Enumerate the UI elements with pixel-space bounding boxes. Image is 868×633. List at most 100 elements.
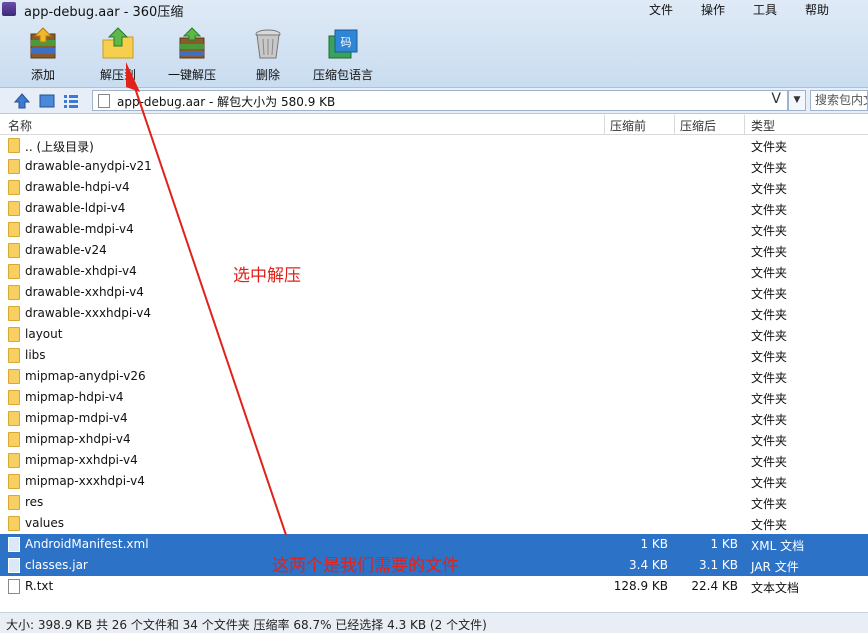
- folder-row[interactable]: values 文件夹: [0, 513, 868, 534]
- row-name: AndroidManifest.xml: [25, 537, 149, 551]
- folder-row[interactable]: mipmap-anydpi-v26 文件夹: [0, 366, 868, 387]
- row-name: R.txt: [25, 579, 54, 593]
- row-name: mipmap-hdpi-v4: [25, 390, 124, 404]
- extract-to-button[interactable]: 解压到: [78, 24, 158, 84]
- row-size-before: 128.9 KB: [613, 579, 668, 593]
- folder-row[interactable]: .. (上级目录) 文件夹: [0, 135, 868, 156]
- folder-icon: [8, 348, 20, 363]
- delete-button[interactable]: 删除: [228, 24, 308, 84]
- row-name: drawable-xhdpi-v4: [25, 264, 137, 278]
- folder-row[interactable]: mipmap-xxhdpi-v4 文件夹: [0, 450, 868, 471]
- folder-row[interactable]: mipmap-hdpi-v4 文件夹: [0, 387, 868, 408]
- v-glyph-icon: V: [771, 91, 781, 107]
- row-type: 文件夹: [751, 182, 788, 196]
- folder-row[interactable]: drawable-ldpi-v4 文件夹: [0, 198, 868, 219]
- column-original[interactable]: 压缩后: [680, 117, 716, 134]
- menu-file[interactable]: 文件: [649, 1, 673, 18]
- column-compressed[interactable]: 压缩前: [610, 117, 646, 134]
- files-hint-annotation: 这两个是我们需要的文件: [272, 556, 459, 576]
- quick-extract-label: 一键解压: [167, 68, 216, 82]
- row-name: res: [25, 495, 44, 509]
- add-button[interactable]: 添加: [3, 24, 83, 84]
- quick-extract-icon: [179, 27, 205, 59]
- column-divider[interactable]: [674, 115, 675, 135]
- folder-row[interactable]: libs 文件夹: [0, 345, 868, 366]
- folder-row[interactable]: drawable-hdpi-v4 文件夹: [0, 177, 868, 198]
- column-divider[interactable]: [744, 115, 745, 135]
- folder-icon: [8, 159, 20, 174]
- row-type: JAR 文件: [751, 560, 799, 574]
- list-header: 名称 压缩前 压缩后 类型: [0, 115, 868, 135]
- row-name: drawable-v24: [25, 243, 107, 257]
- row-type: 文件夹: [751, 518, 788, 532]
- svg-text:码: 码: [341, 36, 352, 49]
- row-name: drawable-hdpi-v4: [25, 180, 130, 194]
- row-name: drawable-anydpi-v21: [25, 159, 152, 173]
- folder-row[interactable]: mipmap-mdpi-v4 文件夹: [0, 408, 868, 429]
- path-dropdown-button[interactable]: ▼: [788, 90, 806, 111]
- row-type: 文件夹: [751, 392, 788, 406]
- folder-row[interactable]: layout 文件夹: [0, 324, 868, 345]
- document-icon: [98, 94, 110, 108]
- list-view-icon[interactable]: [61, 91, 81, 111]
- archive-language-button[interactable]: 码 压缩包语言: [303, 24, 383, 84]
- folder-row[interactable]: mipmap-xhdpi-v4 文件夹: [0, 429, 868, 450]
- file-icon: [8, 537, 20, 552]
- path-text: app-debug.aar - 解包大小为 580.9 KB: [117, 95, 336, 109]
- row-type: 文件夹: [751, 476, 788, 490]
- row-type: 文件夹: [751, 245, 788, 259]
- folder-row[interactable]: drawable-anydpi-v21 文件夹: [0, 156, 868, 177]
- column-divider[interactable]: [604, 115, 605, 135]
- row-type: 文件夹: [751, 308, 788, 322]
- column-type[interactable]: 类型: [751, 117, 775, 134]
- row-type: 文件夹: [751, 161, 788, 175]
- up-arrow-icon[interactable]: [12, 91, 32, 111]
- quick-extract-button[interactable]: 一键解压: [152, 24, 232, 84]
- menu-operate[interactable]: 操作: [701, 1, 725, 18]
- file-icon: [8, 579, 20, 594]
- folder-icon: [8, 432, 20, 447]
- row-name: mipmap-xhdpi-v4: [25, 432, 131, 446]
- column-name[interactable]: 名称: [8, 117, 32, 134]
- row-type: 文件夹: [751, 434, 788, 448]
- folder-icon: [8, 495, 20, 510]
- row-type: 文件夹: [751, 203, 788, 217]
- window-header: app-debug.aar - 360压缩 文件 操作 工具 帮助 添加 解压到…: [0, 0, 868, 88]
- row-type: 文件夹: [751, 329, 788, 343]
- row-size-after: 3.1 KB: [699, 558, 738, 572]
- folder-row[interactable]: drawable-mdpi-v4 文件夹: [0, 219, 868, 240]
- status-bar: 大小: 398.9 KB 共 26 个文件和 34 个文件夹 压缩率 68.7%…: [0, 612, 868, 633]
- folder-row[interactable]: drawable-xxhdpi-v4 文件夹: [0, 282, 868, 303]
- folder-icon: [8, 285, 20, 300]
- folder-row[interactable]: drawable-v24 文件夹: [0, 240, 868, 261]
- thumbnail-view-icon[interactable]: [37, 91, 57, 111]
- row-type: 文件夹: [751, 350, 788, 364]
- folder-row[interactable]: res 文件夹: [0, 492, 868, 513]
- folder-row[interactable]: mipmap-xxxhdpi-v4 文件夹: [0, 471, 868, 492]
- folder-icon: [8, 411, 20, 426]
- row-name: mipmap-anydpi-v26: [25, 369, 146, 383]
- search-input[interactable]: 搜索包内文: [810, 90, 868, 111]
- folder-icon: [8, 264, 20, 279]
- menu-help[interactable]: 帮助: [805, 1, 829, 18]
- row-name: values: [25, 516, 65, 530]
- file-list: .. (上级目录) 文件夹 drawable-anydpi-v21 文件夹 drawab…: [0, 135, 868, 610]
- row-name: mipmap-mdpi-v4: [25, 411, 128, 425]
- folder-icon: [8, 180, 20, 195]
- archive-language-label: 压缩包语言: [312, 68, 373, 82]
- extract-to-icon: [102, 27, 134, 59]
- add-archive-icon: [30, 27, 56, 59]
- encoding-icon: 码: [328, 29, 358, 59]
- address-bar: app-debug.aar - 解包大小为 580.9 KB V ▼ 搜索包内文: [0, 88, 868, 114]
- folder-icon: [8, 474, 20, 489]
- menu-tools[interactable]: 工具: [753, 1, 777, 18]
- path-field[interactable]: app-debug.aar - 解包大小为 580.9 KB V: [92, 90, 788, 111]
- folder-row[interactable]: drawable-xhdpi-v4 文件夹: [0, 261, 868, 282]
- folder-icon: [8, 369, 20, 384]
- title-bar: app-debug.aar - 360压缩 文件 操作 工具 帮助: [0, 0, 868, 20]
- folder-row[interactable]: drawable-xxxhdpi-v4 文件夹: [0, 303, 868, 324]
- file-row[interactable]: R.txt 128.9 KB 22.4 KB 文本文档: [0, 576, 868, 597]
- row-name: drawable-mdpi-v4: [25, 222, 134, 236]
- status-text: 大小: 398.9 KB 共 26 个文件和 34 个文件夹 压缩率 68.7%…: [6, 618, 487, 632]
- row-name: libs: [25, 348, 46, 362]
